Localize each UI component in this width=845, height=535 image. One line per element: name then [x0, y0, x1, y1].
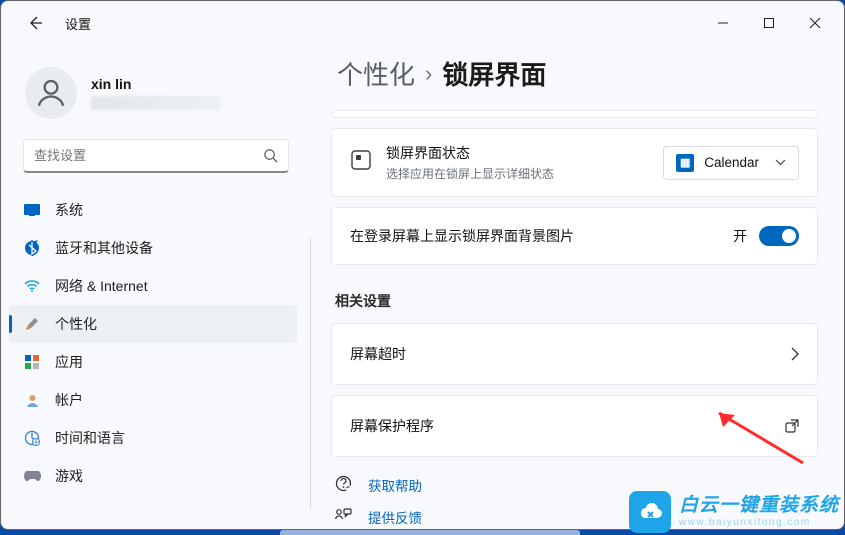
help-icon	[335, 475, 352, 495]
sidebar-item-label: 时间和语言	[55, 428, 125, 448]
open-external-icon	[785, 419, 799, 433]
sidebar: xin lin 系统 蓝牙和其他设备	[1, 45, 311, 529]
sidebar-item-personalization[interactable]: 个性化	[9, 305, 297, 343]
link-title: 屏幕保护程序	[350, 416, 434, 436]
screen-saver-link[interactable]: 屏幕保护程序	[331, 395, 818, 457]
sidebar-item-label: 网络 & Internet	[55, 276, 148, 296]
sidebar-item-bluetooth[interactable]: 蓝牙和其他设备	[9, 229, 297, 267]
watermark-logo	[629, 491, 671, 533]
watermark-url: www.baiyunxitong.com	[679, 517, 839, 528]
apps-icon	[23, 353, 41, 371]
settings-window: 设置 xin lin	[0, 0, 845, 530]
sidebar-item-gaming[interactable]: 游戏	[9, 457, 297, 495]
calendar-icon: ▦	[676, 154, 694, 172]
watermark-text: 白云一键重装系统	[679, 496, 839, 517]
avatar	[25, 67, 77, 119]
sidebar-item-system[interactable]: 系统	[9, 191, 297, 229]
arrow-left-icon	[27, 15, 43, 31]
taskbar-peek	[280, 530, 580, 535]
profile-block[interactable]: xin lin	[1, 45, 305, 133]
back-button[interactable]	[19, 7, 51, 39]
profile-name: xin lin	[91, 76, 221, 92]
lock-status-selector[interactable]: ▦ Calendar	[663, 146, 799, 180]
main-content: 个性化 › 锁屏界面 锁屏界面状态 选择应用在锁屏上显示详细状态 ▦ Calen…	[311, 45, 844, 529]
chevron-right-icon: ›	[425, 61, 432, 87]
search-input[interactable]	[34, 148, 234, 163]
sidebar-item-label: 应用	[55, 352, 83, 372]
bluetooth-icon	[23, 239, 41, 257]
close-icon	[809, 17, 821, 29]
collapsed-card-edge	[331, 110, 818, 118]
sidebar-item-time-language[interactable]: 时间和语言	[9, 419, 297, 457]
feedback-icon	[335, 508, 352, 526]
feedback-label: 提供反馈	[368, 507, 422, 527]
account-icon	[23, 391, 41, 409]
profile-email-blur	[91, 96, 221, 110]
titlebar: 设置	[1, 1, 844, 45]
paintbrush-icon	[23, 315, 41, 333]
monitor-icon	[23, 201, 41, 219]
clock-globe-icon	[23, 429, 41, 447]
sidebar-item-network[interactable]: 网络 & Internet	[9, 267, 297, 305]
breadcrumb: 个性化 › 锁屏界面	[331, 45, 818, 110]
minimize-icon	[717, 17, 729, 29]
login-bg-state: 开	[733, 226, 747, 246]
sidebar-item-label: 帐户	[55, 390, 83, 410]
sidebar-item-label: 系统	[55, 200, 83, 220]
login-bg-label: 在登录屏幕上显示锁屏界面背景图片	[350, 226, 574, 246]
selector-value: Calendar	[704, 155, 759, 170]
sidebar-item-label: 游戏	[55, 466, 83, 486]
gamepad-icon	[23, 467, 41, 485]
lock-status-icon	[350, 149, 372, 176]
lock-status-title: 锁屏界面状态	[386, 143, 649, 163]
screen-timeout-link[interactable]: 屏幕超时	[331, 323, 818, 385]
login-bg-toggle[interactable]	[759, 226, 799, 246]
lock-status-subtitle: 选择应用在锁屏上显示详细状态	[386, 165, 649, 182]
help-label: 获取帮助	[368, 475, 422, 495]
related-settings-heading: 相关设置	[335, 291, 818, 311]
nav-list: 系统 蓝牙和其他设备 网络 & Internet 个性化 应用	[1, 187, 305, 499]
search-box[interactable]	[23, 139, 289, 173]
chevron-down-icon	[775, 159, 786, 166]
maximize-icon	[763, 17, 775, 29]
person-icon	[34, 76, 68, 110]
chevron-right-icon	[791, 347, 799, 361]
breadcrumb-parent[interactable]: 个性化	[337, 55, 415, 92]
window-controls	[700, 7, 838, 39]
minimize-button[interactable]	[700, 7, 746, 39]
search-icon	[263, 148, 278, 163]
maximize-button[interactable]	[746, 7, 792, 39]
link-title: 屏幕超时	[350, 344, 406, 364]
close-button[interactable]	[792, 7, 838, 39]
sidebar-item-accounts[interactable]: 帐户	[9, 381, 297, 419]
breadcrumb-current: 锁屏界面	[442, 55, 546, 92]
sidebar-item-apps[interactable]: 应用	[9, 343, 297, 381]
window-title: 设置	[65, 14, 91, 33]
sidebar-item-label: 蓝牙和其他设备	[55, 238, 153, 258]
login-bg-toggle-row: 在登录屏幕上显示锁屏界面背景图片 开	[331, 207, 818, 265]
watermark: 白云一键重装系统 www.baiyunxitong.com	[629, 491, 839, 533]
sidebar-item-label: 个性化	[55, 314, 97, 334]
lock-status-card: 锁屏界面状态 选择应用在锁屏上显示详细状态 ▦ Calendar	[331, 128, 818, 197]
wifi-icon	[23, 277, 41, 295]
